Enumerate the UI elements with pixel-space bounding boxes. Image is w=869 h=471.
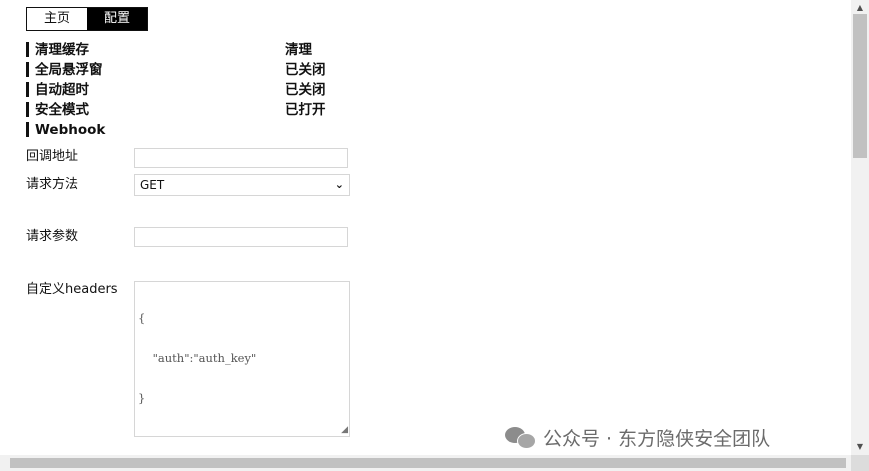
callback-url-input[interactable] xyxy=(134,148,348,168)
custom-headers-label: 自定义headers xyxy=(26,282,118,297)
auto-timeout-toggle[interactable]: 已关闭 xyxy=(285,80,326,100)
request-method-value: GET xyxy=(140,178,165,192)
clear-cache-button[interactable]: 清理 xyxy=(285,40,312,60)
setting-label: 全局悬浮窗 xyxy=(35,62,103,78)
headers-line: } xyxy=(138,391,146,405)
tab-home[interactable]: 主页 xyxy=(27,8,87,30)
watermark: 公众号 · 东方隐侠安全团队 xyxy=(505,424,770,450)
section-marker xyxy=(26,62,29,77)
setting-label: 安全模式 xyxy=(35,102,89,118)
wechat-icon xyxy=(505,425,537,449)
custom-headers-textarea[interactable]: { "auth":"auth_key" } ◢ xyxy=(134,281,350,437)
horizontal-scroll-thumb[interactable] xyxy=(10,458,846,468)
webhook-heading: Webhook xyxy=(35,122,106,138)
headers-line: "auth":"auth_key" xyxy=(138,351,257,365)
setting-label: 清理缓存 xyxy=(35,42,89,58)
tab-config[interactable]: 配置 xyxy=(87,8,147,30)
callback-url-label: 回调地址 xyxy=(26,149,79,164)
request-params-input[interactable] xyxy=(134,227,348,247)
config-page: 主页 配置 清理缓存 清理 全局悬浮窗 已关闭 自动超时 已关闭 安全模式 已打… xyxy=(0,0,851,455)
safe-mode-toggle[interactable]: 已打开 xyxy=(285,100,326,120)
request-method-select[interactable]: GET ⌄ xyxy=(134,174,350,196)
section-marker xyxy=(26,42,29,57)
section-marker xyxy=(26,82,29,97)
vertical-scrollbar[interactable]: ▲ ▼ xyxy=(851,0,869,455)
section-webhook: Webhook xyxy=(26,120,356,140)
setting-safe-mode: 安全模式 已打开 xyxy=(26,100,356,120)
watermark-text: 公众号 · 东方隐侠安全团队 xyxy=(543,427,771,450)
headers-line: { xyxy=(138,311,146,325)
section-marker xyxy=(26,122,29,137)
request-params-label: 请求参数 xyxy=(26,229,79,244)
section-marker xyxy=(26,102,29,117)
vertical-scroll-thumb[interactable] xyxy=(853,14,867,158)
setting-clear-cache: 清理缓存 清理 xyxy=(26,40,356,60)
resize-grip-icon[interactable]: ◢ xyxy=(341,425,348,435)
chevron-down-icon: ⌄ xyxy=(334,178,344,191)
setting-label: 自动超时 xyxy=(35,82,89,98)
floating-window-toggle[interactable]: 已关闭 xyxy=(285,60,326,80)
horizontal-scrollbar[interactable] xyxy=(0,455,851,471)
scrollbar-corner xyxy=(851,455,869,471)
request-method-label: 请求方法 xyxy=(26,177,79,192)
setting-floating-window: 全局悬浮窗 已关闭 xyxy=(26,60,356,80)
setting-auto-timeout: 自动超时 已关闭 xyxy=(26,80,356,100)
scroll-down-icon[interactable]: ▼ xyxy=(851,439,869,455)
tab-bar: 主页 配置 xyxy=(26,7,148,31)
